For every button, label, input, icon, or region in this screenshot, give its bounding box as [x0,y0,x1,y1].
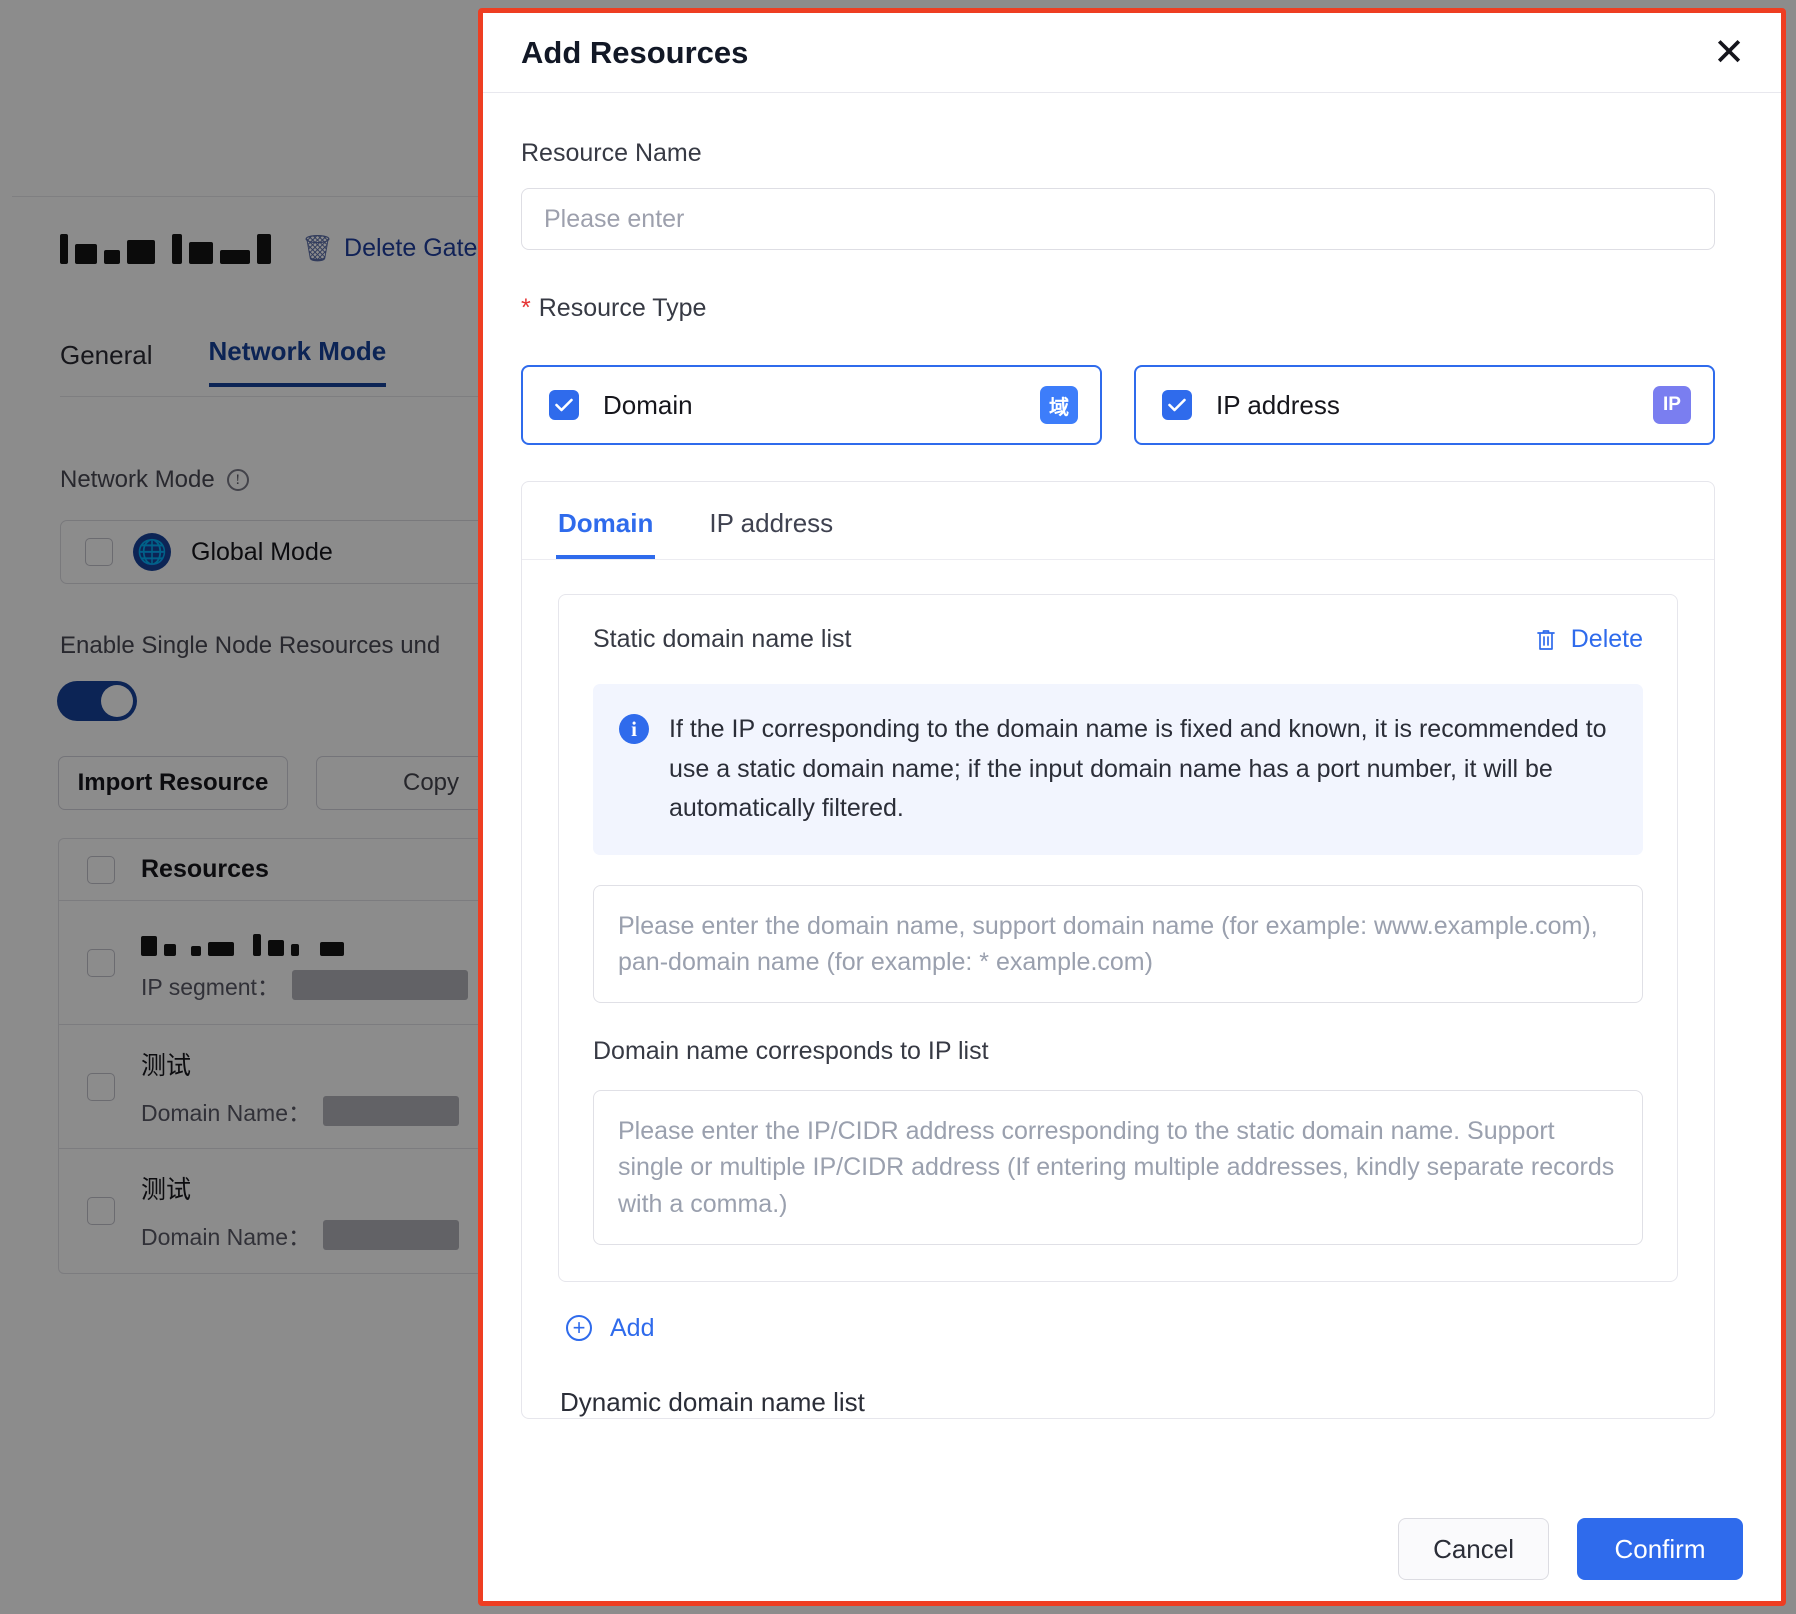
delete-label: Delete [1570,625,1643,653]
resource-type-label: * Resource Type [521,294,1743,323]
resource-type-option-domain[interactable]: Domain 域 [521,365,1102,445]
panel-tab-ip-address[interactable]: IP address [707,482,835,559]
alert-text: If the IP corresponding to the domain na… [669,715,1607,822]
close-icon[interactable]: ✕ [1707,31,1751,75]
dynamic-domain-list-title: Dynamic domain name list [560,1386,865,1417]
dialog-body: Resource Name Please enter * Resource Typ… [483,93,1781,1497]
plus-circle-icon: + [566,1315,592,1342]
ip-checkbox[interactable] [1162,390,1192,420]
ip-option-label: IP address [1216,389,1340,420]
cancel-button[interactable]: Cancel [1398,1518,1549,1580]
info-icon: i [619,714,649,744]
confirm-button[interactable]: Confirm [1577,1518,1743,1580]
domain-badge-icon: 域 [1040,386,1078,424]
add-resources-dialog: Add Resources ✕ Resource Name Please ent… [478,8,1786,1606]
delete-static-list-button[interactable]: Delete [1535,625,1643,654]
domain-option-label: Domain [603,389,693,420]
ip-badge-icon: IP [1653,386,1691,424]
required-marker: * [521,294,531,322]
static-list-title: Static domain name list [593,625,852,653]
static-domain-name-input[interactable]: Please enter the domain name, support do… [593,884,1643,1003]
resource-name-placeholder: Please enter [544,204,685,233]
static-domain-info-alert: i If the IP corresponding to the domain … [593,684,1643,855]
resource-name-label: Resource Name [521,139,702,167]
dialog-footer: Cancel Confirm [483,1497,1781,1601]
trash-icon [1536,629,1555,650]
resource-name-input[interactable]: Please enter [521,188,1715,250]
resource-detail-panel: Domain IP address Static domain name lis… [521,481,1715,1419]
static-domain-list-card: Static domain name list Delete i If the … [558,594,1678,1282]
domain-checkbox[interactable] [549,390,579,420]
ip-list-input[interactable]: Please enter the IP/CIDR address corresp… [593,1090,1643,1245]
add-static-list-button[interactable]: + Add [566,1314,1678,1343]
dialog-header: Add Resources ✕ [483,13,1781,93]
ip-list-label: Domain name corresponds to IP list [593,1037,989,1065]
ip-list-placeholder: Please enter the IP/CIDR address corresp… [618,1117,1615,1218]
add-label: Add [610,1313,655,1342]
resource-type-text: Resource Type [538,294,707,322]
panel-tab-domain[interactable]: Domain [556,482,656,559]
panel-tabs: Domain IP address [522,482,1714,560]
static-domain-placeholder: Please enter the domain name, support do… [618,911,1598,976]
resource-type-option-ip[interactable]: IP address IP [1134,365,1715,445]
static-list-header: Static domain name list Delete [593,625,1643,654]
resource-type-options: Domain 域 IP address IP [521,365,1743,445]
dialog-title: Add Resources [521,34,749,70]
panel-content: Static domain name list Delete i If the … [522,560,1714,1418]
